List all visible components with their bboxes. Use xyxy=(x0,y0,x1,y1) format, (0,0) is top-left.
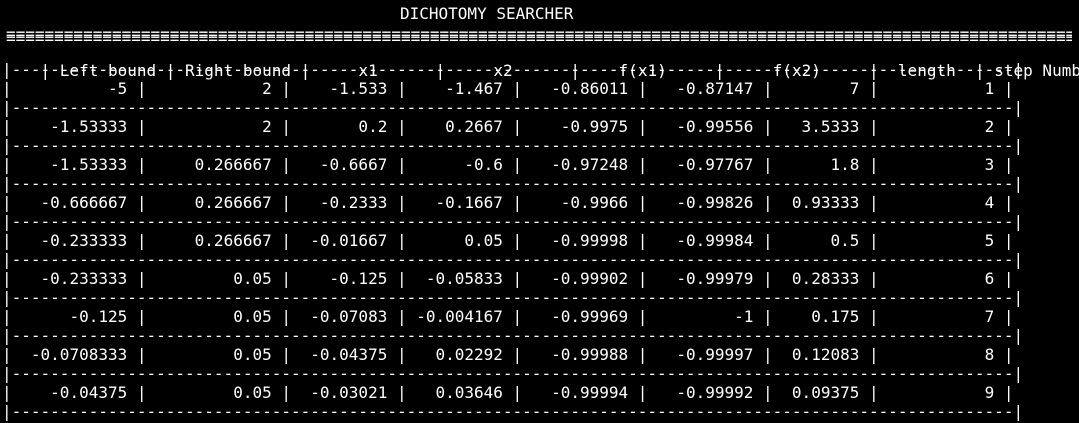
table-cell: 7 | xyxy=(772,79,879,98)
table-row: | -5 | 2 | -1.533 | -1.467 | -0.86011 | … xyxy=(2,79,1014,98)
table-cell: -0.99984 | xyxy=(647,231,773,250)
row-separator: |---------------------------------------… xyxy=(2,212,1024,231)
table-cell: 9 | xyxy=(878,383,1014,402)
table-cell: 3 | xyxy=(878,155,1014,174)
table-cell: -0.87147 | xyxy=(647,79,773,98)
row-separator: |---------------------------------------… xyxy=(2,326,1024,345)
table-row: | -1.53333 | 2 | 0.2 | 0.2667 | -0.9975 … xyxy=(2,117,1014,136)
table-cell: -1.53333 | xyxy=(11,117,147,136)
table-cell: -0.1667 | xyxy=(406,193,523,212)
table-cell: 0.175 | xyxy=(772,307,879,326)
table-cell: -0.99556 | xyxy=(647,117,773,136)
table-cell: -0.004167 | xyxy=(406,307,523,326)
table-cell: -0.125 | xyxy=(11,307,147,326)
table-cell: 8 | xyxy=(878,345,1014,364)
row-separator: |---------------------------------------… xyxy=(2,402,1024,421)
table-cell: 0.05 | xyxy=(146,383,291,402)
table-cell: -1.467 | xyxy=(406,79,523,98)
row-separator: |---------------------------------------… xyxy=(2,174,1024,193)
table-cell: 0.05 | xyxy=(146,345,291,364)
table-cell: 0.28333 | xyxy=(772,269,879,288)
table-cell: -0.6667 | xyxy=(291,155,407,174)
terminal-window: DICHOTOMY SEARCHER =====================… xyxy=(0,0,1079,423)
table-cell: -0.99902 | xyxy=(522,269,648,288)
table-cell: 0.2667 | xyxy=(406,117,523,136)
table-cell: -0.05833 | xyxy=(406,269,523,288)
table-cell: 0.05 | xyxy=(146,307,291,326)
table-cell: 0.266667 | xyxy=(146,231,291,250)
table-row: | -0.233333 | 0.05 | -0.125 | -0.05833 |… xyxy=(2,269,1014,288)
table-cell: -0.666667 | xyxy=(11,193,147,212)
table-cell: -0.99997 | xyxy=(647,345,773,364)
table-cell: -1.53333 | xyxy=(11,155,147,174)
table-cell: 0.2 | xyxy=(291,117,407,136)
table-cell: -0.2333 | xyxy=(291,193,407,212)
table-row: | -0.0708333 | 0.05 | -0.04375 | 0.02292… xyxy=(2,345,1014,364)
table-cell: -0.99979 | xyxy=(647,269,773,288)
table-cell: -0.04375 | xyxy=(11,383,147,402)
table-cell: 0.93333 | xyxy=(772,193,879,212)
table-cell: -1.533 | xyxy=(291,79,407,98)
row-separator: |---------------------------------------… xyxy=(2,136,1024,155)
table-row: | -0.233333 | 0.266667 | -0.01667 | 0.05… xyxy=(2,231,1014,250)
table-cell: -0.125 | xyxy=(291,269,407,288)
table-cell: 0.266667 | xyxy=(146,155,291,174)
table-cell: -0.9966 | xyxy=(522,193,648,212)
table-cell: -0.01667 | xyxy=(291,231,407,250)
table-cell: -0.6 | xyxy=(406,155,523,174)
table-header: | Left bound | Right bound | x1 | x2 | f… xyxy=(2,41,1079,80)
table-cell: -0.04375 | xyxy=(291,345,407,364)
table-cell: 0.09375 | xyxy=(772,383,879,402)
table-row: | -0.04375 | 0.05 | -0.03021 | 0.03646 |… xyxy=(2,383,1014,402)
table-cell: 4 | xyxy=(878,193,1014,212)
table-cell: -0.03021 | xyxy=(291,383,407,402)
table-cell: -0.07083 | xyxy=(291,307,407,326)
table-cell: 6 | xyxy=(878,269,1014,288)
table-row: | -0.125 | 0.05 | -0.07083 | -0.004167 |… xyxy=(2,307,1014,326)
table-cell: -0.99826 | xyxy=(647,193,773,212)
row-separator: |---------------------------------------… xyxy=(2,364,1024,383)
table-cell: -0.233333 | xyxy=(11,269,147,288)
table-cell: -0.0708333 | xyxy=(11,345,147,364)
table-cell: 3.5333 | xyxy=(772,117,879,136)
table-cell: 0.5 | xyxy=(772,231,879,250)
table-cell: -0.97767 | xyxy=(647,155,773,174)
table-cell: 1 | xyxy=(878,79,1014,98)
table-cell: 0.05 | xyxy=(406,231,523,250)
table-cell: 0.266667 | xyxy=(146,193,291,212)
table-cell: 0.03646 | xyxy=(406,383,523,402)
table-cell: 2 | xyxy=(146,117,291,136)
table-row: | -0.666667 | 0.266667 | -0.2333 | -0.16… xyxy=(2,193,1014,212)
table-row: | -1.53333 | 0.266667 | -0.6667 | -0.6 |… xyxy=(2,155,1014,174)
table-cell: -5 | xyxy=(11,79,147,98)
table-cell: -0.99998 | xyxy=(522,231,648,250)
table-cell: -0.97248 | xyxy=(522,155,648,174)
table-cell: 5 | xyxy=(878,231,1014,250)
page-title: DICHOTOMY SEARCHER xyxy=(400,4,574,23)
table-cell: -0.99992 | xyxy=(647,383,773,402)
table-cell: -0.99988 | xyxy=(522,345,648,364)
table-cell: 7 | xyxy=(878,307,1014,326)
table-cell: 2 | xyxy=(878,117,1014,136)
row-separator: |---------------------------------------… xyxy=(2,288,1024,307)
table-cell: 0.05 | xyxy=(146,269,291,288)
table-cell: 0.02292 | xyxy=(406,345,523,364)
table-cell: 0.12083 | xyxy=(772,345,879,364)
table-cell: -0.86011 | xyxy=(522,79,648,98)
row-separator: |---------------------------------------… xyxy=(2,250,1024,269)
table-cell: -0.9975 | xyxy=(522,117,648,136)
table-cell: -0.233333 | xyxy=(11,231,147,250)
table-cell: 2 | xyxy=(146,79,291,98)
table-cell: 1.8 | xyxy=(772,155,879,174)
table-cell: -0.99969 | xyxy=(522,307,648,326)
row-separator: |---------------------------------------… xyxy=(2,60,1024,79)
row-separator: |---------------------------------------… xyxy=(2,98,1024,117)
table-cell: -1 | xyxy=(647,307,773,326)
table-cell: -0.99994 | xyxy=(522,383,648,402)
